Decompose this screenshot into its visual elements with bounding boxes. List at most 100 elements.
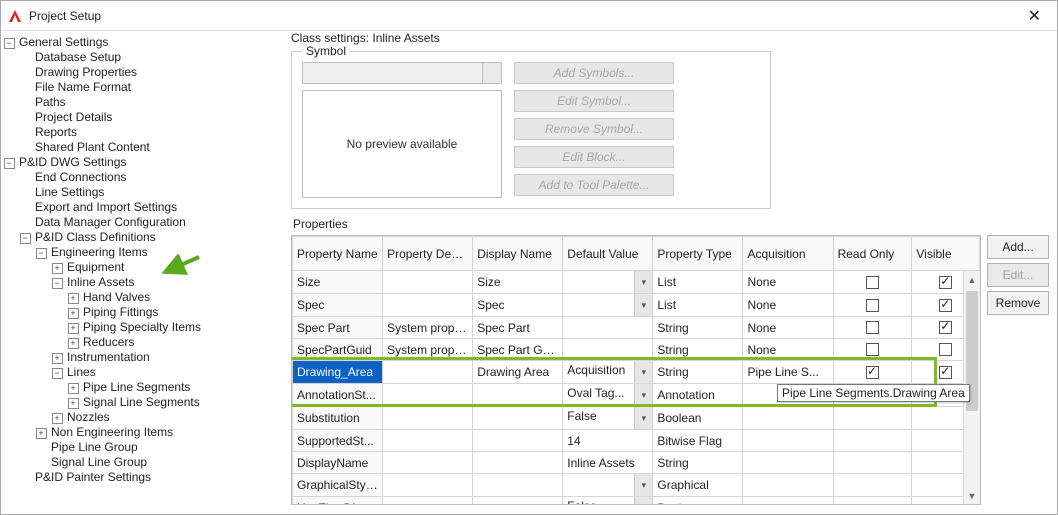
- checkbox[interactable]: [939, 343, 952, 356]
- expand-icon[interactable]: +: [68, 308, 79, 319]
- tree-node[interactable]: Instrumentation: [65, 350, 150, 365]
- cell-default-value[interactable]: False▾: [563, 497, 653, 505]
- chevron-down-icon[interactable]: ▾: [634, 271, 652, 293]
- tree-node[interactable]: General Settings: [17, 35, 108, 50]
- cell-property-type[interactable]: String: [653, 317, 743, 339]
- cell-acquisition[interactable]: [743, 474, 833, 497]
- remove-symbol-button[interactable]: Remove Symbol...: [514, 118, 674, 140]
- chevron-down-icon[interactable]: ▾: [634, 294, 652, 316]
- cell-acquisition[interactable]: [743, 497, 833, 505]
- symbol-select[interactable]: ▾: [302, 62, 502, 84]
- cell-property-desc[interactable]: System prope...: [383, 317, 473, 339]
- cell-read-only[interactable]: [833, 317, 912, 339]
- cell-acquisition[interactable]: None: [743, 294, 833, 317]
- expand-icon[interactable]: +: [68, 338, 79, 349]
- col-property-name[interactable]: Property Name: [293, 237, 383, 271]
- collapse-icon[interactable]: −: [52, 368, 63, 379]
- checkbox[interactable]: [866, 299, 879, 312]
- cell-default-value[interactable]: ▾: [563, 474, 653, 497]
- checkbox[interactable]: [866, 343, 879, 356]
- add-tool-palette-button[interactable]: Add to Tool Palette...: [514, 174, 674, 196]
- cell-display-name[interactable]: Spec Part: [473, 317, 563, 339]
- cell-acquisition[interactable]: None: [743, 339, 833, 361]
- tree-node[interactable]: Reports: [33, 125, 77, 140]
- tree-node[interactable]: End Connections: [33, 170, 126, 185]
- chevron-down-icon[interactable]: ▾: [634, 407, 652, 429]
- add-button[interactable]: Add...: [987, 235, 1049, 259]
- checkbox[interactable]: [866, 366, 879, 379]
- tree-node[interactable]: Nozzles: [65, 410, 110, 425]
- tree-node[interactable]: Reducers: [81, 335, 134, 350]
- cell-property-name[interactable]: HasFlowDire...: [293, 497, 383, 505]
- cell-display-name[interactable]: [473, 474, 563, 497]
- expand-icon[interactable]: +: [68, 293, 79, 304]
- expand-icon[interactable]: +: [68, 383, 79, 394]
- table-row[interactable]: SizeSize▾ListNone: [293, 271, 980, 294]
- expand-icon[interactable]: +: [68, 398, 79, 409]
- tree-node[interactable]: Non Engineering Items: [49, 425, 173, 440]
- chevron-down-icon[interactable]: ▾: [634, 361, 652, 383]
- chevron-down-icon[interactable]: ▾: [634, 474, 652, 496]
- col-property-type[interactable]: Property Type: [653, 237, 743, 271]
- table-row[interactable]: SpecSpec▾ListNone: [293, 294, 980, 317]
- cell-property-type[interactable]: Graphical: [653, 474, 743, 497]
- cell-default-value[interactable]: Inline Assets: [563, 452, 653, 474]
- checkbox[interactable]: [939, 276, 952, 289]
- cell-property-type[interactable]: List: [653, 271, 743, 294]
- cell-acquisition[interactable]: None: [743, 317, 833, 339]
- cell-display-name[interactable]: [473, 452, 563, 474]
- cell-property-desc[interactable]: [383, 384, 473, 407]
- tree-node[interactable]: File Name Format: [33, 80, 131, 95]
- cell-default-value[interactable]: Oval Tag...▾: [563, 384, 653, 407]
- table-row[interactable]: SupportedSt...14Bitwise Flag: [293, 430, 980, 452]
- edit-button[interactable]: Edit...: [987, 263, 1049, 287]
- add-symbols-button[interactable]: Add Symbols...: [514, 62, 674, 84]
- cell-display-name[interactable]: [473, 407, 563, 430]
- tree-node[interactable]: Equipment: [65, 260, 124, 275]
- cell-default-value[interactable]: [563, 339, 653, 361]
- cell-acquisition[interactable]: None: [743, 271, 833, 294]
- collapse-icon[interactable]: −: [52, 278, 63, 289]
- edit-symbol-button[interactable]: Edit Symbol...: [514, 90, 674, 112]
- expand-icon[interactable]: +: [68, 323, 79, 334]
- cell-property-name[interactable]: AnnotationSt...: [293, 384, 383, 407]
- cell-display-name[interactable]: [473, 430, 563, 452]
- properties-grid[interactable]: Property Name Property Description Displ…: [291, 235, 981, 505]
- col-read-only[interactable]: Read Only: [833, 237, 912, 271]
- checkbox[interactable]: [939, 366, 952, 379]
- cell-display-name[interactable]: [473, 384, 563, 407]
- cell-read-only[interactable]: [833, 294, 912, 317]
- close-icon[interactable]: ✕: [1020, 2, 1049, 30]
- cell-acquisition[interactable]: Pipe Line S...: [743, 361, 833, 384]
- cell-property-name[interactable]: SpecPartGuid: [293, 339, 383, 361]
- cell-property-type[interactable]: Bitwise Flag: [653, 430, 743, 452]
- cell-property-name[interactable]: Spec Part: [293, 317, 383, 339]
- cell-property-desc[interactable]: [383, 474, 473, 497]
- checkbox[interactable]: [939, 299, 952, 312]
- sidebar-tree[interactable]: −General SettingsDatabase SetupDrawing P…: [1, 31, 289, 514]
- col-visible[interactable]: Visible: [912, 237, 980, 271]
- collapse-icon[interactable]: −: [4, 158, 15, 169]
- cell-property-name[interactable]: SupportedSt...: [293, 430, 383, 452]
- cell-property-type[interactable]: String: [653, 339, 743, 361]
- cell-acquisition[interactable]: [743, 407, 833, 430]
- expand-icon[interactable]: +: [52, 263, 63, 274]
- cell-property-name[interactable]: Drawing_Area: [293, 361, 383, 384]
- tree-node[interactable]: Data Manager Configuration: [33, 215, 186, 230]
- table-row[interactable]: SubstitutionFalse▾Boolean: [293, 407, 980, 430]
- tree-node[interactable]: Project Details: [33, 110, 112, 125]
- cell-read-only[interactable]: [833, 497, 912, 505]
- cell-property-name[interactable]: Size: [293, 271, 383, 294]
- cell-read-only[interactable]: [833, 430, 912, 452]
- cell-property-type[interactable]: String: [653, 361, 743, 384]
- tree-node[interactable]: P&ID DWG Settings: [17, 155, 126, 170]
- cell-read-only[interactable]: [833, 271, 912, 294]
- cell-property-name[interactable]: GraphicalStyl...: [293, 474, 383, 497]
- tree-node[interactable]: Drawing Properties: [33, 65, 137, 80]
- scroll-up-icon[interactable]: ▲: [964, 271, 980, 288]
- cell-property-desc[interactable]: [383, 294, 473, 317]
- cell-property-desc[interactable]: [383, 271, 473, 294]
- cell-property-desc[interactable]: [383, 407, 473, 430]
- cell-read-only[interactable]: [833, 407, 912, 430]
- cell-read-only[interactable]: [833, 452, 912, 474]
